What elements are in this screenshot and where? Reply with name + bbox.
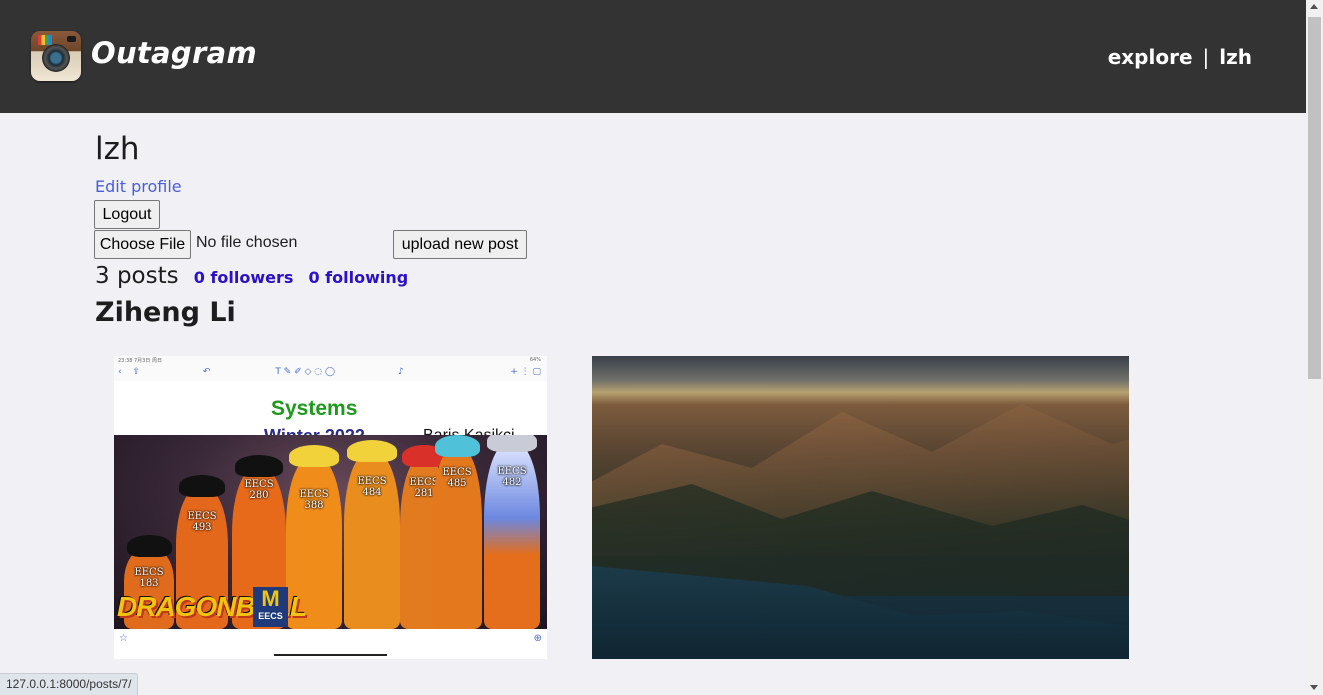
michigan-logo-letter: M xyxy=(261,586,280,611)
edit-profile-link[interactable]: Edit profile xyxy=(95,177,182,196)
profile-stats: 3 posts 0 followers 0 following xyxy=(95,263,408,289)
pen-tools-icon: T ✎ ✐ ◇ ◌ ◯ xyxy=(275,367,336,377)
toolbar-icons-row: ‹ ⇪ ↶ T ✎ ✐ ◇ ◌ ◯ ♪ + ⋮ ▢ xyxy=(118,367,543,377)
michigan-logo-sub: EECS xyxy=(258,611,283,621)
back-chevron-icon: ‹ xyxy=(118,367,122,377)
file-status-text: No file chosen xyxy=(196,234,298,251)
tablet-toolbar: 23:38 7月3日 周日 64% ‹ ⇪ ↶ T ✎ ✐ ◇ ◌ ◯ ♪ + … xyxy=(114,356,547,381)
camera-logo-icon[interactable] xyxy=(31,31,81,81)
following-link[interactable]: 0 following xyxy=(308,268,408,287)
profile-fullname: Ziheng Li xyxy=(95,297,236,328)
logo-rainbow-stripe xyxy=(38,35,52,45)
figure: EECS 482 xyxy=(484,435,540,629)
logo-lens xyxy=(42,44,70,72)
vertical-scrollbar[interactable] xyxy=(1306,0,1323,694)
nav-separator: | xyxy=(1202,45,1210,69)
tablet-bottom-bar: ☆ ⊕ xyxy=(114,629,547,659)
figure-label: EECS 183 xyxy=(134,567,164,589)
michigan-logo: M EECS xyxy=(253,587,288,627)
top-navbar: Outagram explore | lzh xyxy=(0,0,1306,113)
scroll-down-arrow-icon[interactable] xyxy=(1310,685,1318,690)
figure-label: EECS 485 xyxy=(442,467,472,489)
brand-title[interactable]: Outagram xyxy=(91,36,257,70)
home-indicator xyxy=(274,654,387,656)
figure-label: EECS 280 xyxy=(244,479,274,501)
post-thumbnail-1[interactable]: 23:38 7月3日 周日 64% ‹ ⇪ ↶ T ✎ ✐ ◇ ◌ ◯ ♪ + … xyxy=(114,356,547,659)
figure-label: EECS 482 xyxy=(497,466,527,488)
posts-count: 3 posts xyxy=(95,263,179,289)
logout-button[interactable]: Logout xyxy=(94,200,160,229)
figure-label: EECS 388 xyxy=(299,489,329,511)
post-thumbnail-2[interactable] xyxy=(592,356,1129,659)
nav-explore-link[interactable]: explore xyxy=(1108,45,1193,69)
choose-file-button[interactable]: Choose File xyxy=(94,230,191,259)
nav-links: explore | lzh xyxy=(1108,45,1252,69)
slide-artwork: EECS 183 EECS 493 EECS 280 EECS 388 EECS 484 … xyxy=(114,435,547,629)
profile-username: lzh xyxy=(95,131,140,167)
figure-label: EECS 484 xyxy=(357,476,387,498)
slide-title: Systems xyxy=(271,397,358,420)
figure-label: EECS 493 xyxy=(187,511,217,533)
landscape-photo xyxy=(592,356,1129,659)
star-icon: ☆ xyxy=(119,633,128,644)
undo-icon: ↶ xyxy=(202,367,211,377)
upload-post-button[interactable]: upload new post xyxy=(393,230,527,259)
zoom-icon: ⊕ xyxy=(533,633,542,644)
share-icon: ⇪ xyxy=(132,367,141,377)
figure: EECS 484 xyxy=(344,440,400,629)
scrollbar-thumb[interactable] xyxy=(1308,17,1321,379)
link-status-bar: 127.0.0.1:8000/posts/7/ xyxy=(0,673,139,695)
toolbar-time: 23:38 7月3日 周日 xyxy=(118,358,162,364)
followers-link[interactable]: 0 followers xyxy=(194,268,294,287)
toolbar-battery: 64% xyxy=(529,357,541,363)
figure: EECS 485 xyxy=(432,435,482,629)
nav-user-link[interactable]: lzh xyxy=(1219,45,1252,69)
mic-icon: ♪ xyxy=(397,367,404,377)
slide-header: Systems Winter 2022 Baris Kasikci xyxy=(114,381,547,446)
logo-flash xyxy=(67,36,76,42)
scroll-up-arrow-icon[interactable] xyxy=(1310,4,1318,9)
add-icon: + ⋮ ▢ xyxy=(510,367,541,377)
